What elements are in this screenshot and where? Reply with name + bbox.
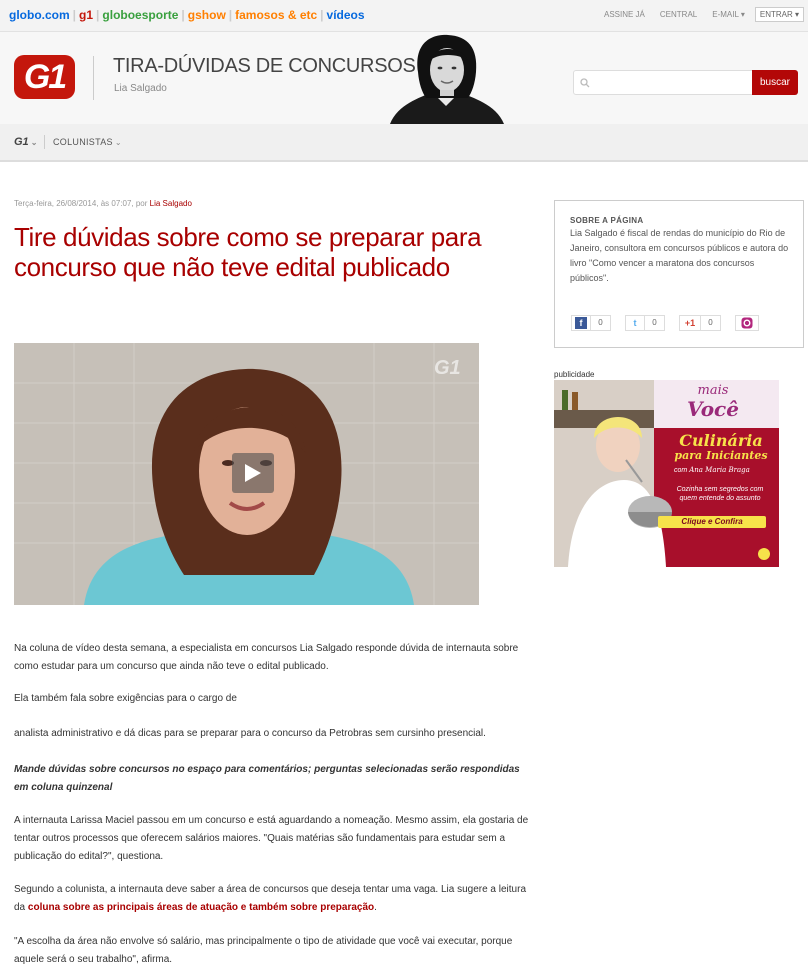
account-links: ASSINE JÁ CENTRAL E-MAIL ▾ ENTRAR ▾ <box>589 7 804 22</box>
author-portrait <box>390 34 504 124</box>
chevron-down-icon: ⌄ <box>30 138 38 147</box>
header-divider <box>93 56 94 100</box>
article-paragraph: analista administrativo e dá dicas para … <box>14 728 486 739</box>
about-heading: SOBRE A PÁGINA <box>570 216 644 225</box>
central-link[interactable]: CENTRAL <box>660 10 697 19</box>
article-paragraph: Ela também fala sobre exigências para o … <box>14 693 237 704</box>
share-count: 0 <box>590 316 610 330</box>
share-count: 0 <box>700 316 720 330</box>
ad-subtitle: Cozinha sem segredos com quem entende do… <box>676 486 764 502</box>
twitter-icon: t <box>633 318 637 328</box>
search-input[interactable] <box>573 70 753 95</box>
article-title: Tire dúvidas sobre como se preparar para… <box>14 222 482 282</box>
about-text: Lia Salgado é fiscal de rendas do municí… <box>570 228 789 283</box>
ad-cta-button[interactable]: Clique e Confira <box>658 516 766 528</box>
blog-author: Lia Salgado <box>114 83 167 94</box>
chevron-down-icon: ▾ <box>740 10 745 19</box>
search-form: buscar <box>573 70 798 95</box>
related-column-link[interactable]: coluna sobre as principais áreas de atua… <box>28 902 374 913</box>
search-button[interactable]: buscar <box>752 70 798 95</box>
video-player[interactable]: G1 <box>14 343 479 605</box>
facebook-icon: f <box>575 317 587 329</box>
g1-watermark: G1 <box>434 357 461 379</box>
ad-label: publicidade <box>554 370 595 379</box>
article-paragraph: A internauta Larissa Maciel passou em um… <box>14 815 529 862</box>
blog-title[interactable]: TIRA-DÚVIDAS DE CONCURSOS <box>113 55 416 78</box>
circle-icon <box>741 317 753 329</box>
about-page-box: SOBRE A PÁGINA Lia Salgado é fiscal de r… <box>554 200 804 348</box>
twitter-share-button[interactable]: t 0 <box>625 315 665 331</box>
blog-header: G1 TIRA-DÚVIDAS DE CONCURSOS Lia Salgado… <box>0 32 808 124</box>
article-meta: Terça-feira, 26/08/2014, às 07:07, por L… <box>14 199 192 208</box>
google-plus-share-button[interactable]: +1 0 <box>679 315 721 331</box>
section-nav: G1 ⌄ COLUNISTAS ⌄ <box>0 124 808 162</box>
nav-colunistas-menu[interactable]: COLUNISTAS ⌄ <box>53 137 122 147</box>
article-author-link[interactable]: Lia Salgado <box>150 199 192 208</box>
nav-g1-menu[interactable]: G1 ⌄ <box>14 136 37 148</box>
link-globoesporte[interactable]: globoesporte <box>102 8 178 22</box>
link-famosos[interactable]: famosos & etc <box>235 8 317 22</box>
nav-divider <box>44 135 45 149</box>
instagram-share-button[interactable] <box>735 315 759 331</box>
globo-portal-links: globo.com | g1 | globoesporte | gshow | famosos … <box>9 8 365 22</box>
ad-signature: com Ana Maria Braga <box>674 466 750 474</box>
link-globo-com[interactable]: globo.com <box>9 8 70 22</box>
g1-logo[interactable]: G1 <box>14 55 75 99</box>
advertisement-banner[interactable]: mais Você Culinária para Iniciantes com … <box>554 380 779 567</box>
play-icon <box>245 464 261 482</box>
google-plus-icon: +1 <box>684 318 696 328</box>
article-paragraph: "A escolha da área não envolve só salári… <box>14 936 513 965</box>
search-icon <box>580 78 590 88</box>
article-callout: Mande dúvidas sobre concursos no espaço … <box>14 764 520 793</box>
ad-brand: mais Você <box>687 383 739 421</box>
link-videos[interactable]: vídeos <box>327 8 365 22</box>
chevron-down-icon: ⌄ <box>114 138 122 147</box>
play-button[interactable] <box>232 453 274 493</box>
article-paragraph: Segundo a colunista, a internauta deve s… <box>14 884 527 913</box>
entrar-button[interactable]: ENTRAR ▾ <box>754 7 804 22</box>
link-gshow[interactable]: gshow <box>188 8 226 22</box>
email-link[interactable]: E-MAIL ▾ <box>712 10 745 19</box>
ad-title: Culinária para Iniciantes <box>674 431 768 462</box>
share-bar: f 0 t 0 +1 0 <box>571 315 759 331</box>
share-count: 0 <box>644 316 664 330</box>
facebook-share-button[interactable]: f 0 <box>571 315 611 331</box>
article-paragraph: Na coluna de vídeo desta semana, a espec… <box>14 643 519 672</box>
link-g1[interactable]: g1 <box>79 8 93 22</box>
assine-link[interactable]: ASSINE JÁ <box>604 10 645 19</box>
globo-topbar: globo.com | g1 | globoesporte | gshow | famosos … <box>0 0 808 32</box>
chevron-down-icon: ▾ <box>794 10 799 19</box>
